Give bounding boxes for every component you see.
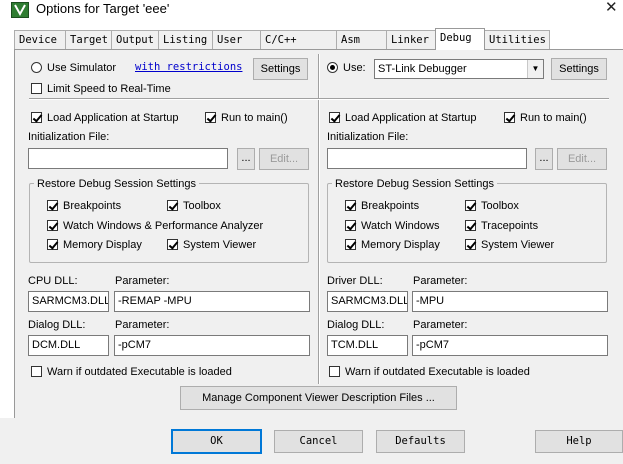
left-breakpoints-label: Breakpoints: [63, 200, 122, 212]
left-watch-windows-label: Watch Windows & Performance Analyzer: [63, 220, 264, 232]
left-edit-button[interactable]: Edit...: [259, 148, 309, 170]
tab-user[interactable]: User: [212, 30, 261, 50]
ok-button[interactable]: OK: [171, 429, 262, 454]
right-edit-button[interactable]: Edit...: [557, 148, 607, 170]
driver-param-input[interactable]: -MPU: [412, 291, 608, 312]
right-breakpoints-label: Breakpoints: [361, 200, 420, 212]
close-icon[interactable]: ✕: [605, 0, 618, 17]
left-init-file-label: Initialization File:: [28, 131, 110, 143]
right-dialog-dll-input[interactable]: TCM.DLL: [327, 335, 408, 356]
right-dialog-param-input[interactable]: -pCM7: [412, 335, 608, 356]
right-dialog-param-label: Parameter:: [413, 319, 468, 331]
cpu-dll-label: CPU DLL:: [28, 275, 78, 287]
cpu-param-label: Parameter:: [115, 275, 170, 287]
limit-speed-label: Limit Speed to Real-Time: [47, 83, 171, 95]
left-browse-button[interactable]: ...: [237, 148, 255, 170]
simulator-settings-button[interactable]: Settings: [253, 58, 308, 80]
right-load-app-label: Load Application at Startup: [345, 112, 477, 124]
use-simulator-label: Use Simulator: [47, 62, 117, 74]
left-toolbox-checkbox[interactable]: [167, 200, 178, 211]
right-toolbox-checkbox[interactable]: [465, 200, 476, 211]
left-restore-group-title: Restore Debug Session Settings: [34, 177, 199, 191]
driver-dll-input[interactable]: SARMCM3.DLL: [327, 291, 408, 312]
limit-speed-checkbox[interactable]: [31, 83, 42, 94]
right-warn-label: Warn if outdated Executable is loaded: [345, 366, 530, 378]
left-dialog-dll-input[interactable]: DCM.DLL: [28, 335, 109, 356]
left-run-to-main-checkbox[interactable]: [205, 112, 216, 123]
left-load-app-label: Load Application at Startup: [47, 112, 179, 124]
tab-output[interactable]: Output: [111, 30, 159, 50]
tab-divider: [14, 49, 623, 50]
right-dialog-dll-label: Dialog DLL:: [327, 319, 385, 331]
left-init-file-input[interactable]: [28, 148, 228, 169]
right-memory-display-label: Memory Display: [361, 239, 440, 251]
right-tracepoints-label: Tracepoints: [481, 220, 539, 232]
left-toolbox-label: Toolbox: [183, 200, 221, 212]
left-memory-display-label: Memory Display: [63, 239, 142, 251]
tab-utilities[interactable]: Utilities: [484, 30, 550, 50]
keil-uvision-icon: [11, 2, 29, 18]
left-warn-checkbox[interactable]: [31, 366, 42, 377]
left-load-app-checkbox[interactable]: [31, 112, 42, 123]
manage-component-viewer-button[interactable]: Manage Component Viewer Description File…: [180, 386, 457, 410]
driver-dll-label: Driver DLL:: [327, 275, 383, 287]
window-title: Options for Target 'eee': [36, 1, 170, 16]
debugger-select[interactable]: ST-Link Debugger: [374, 59, 544, 79]
cancel-button[interactable]: Cancel: [274, 430, 363, 453]
right-warn-checkbox[interactable]: [329, 366, 340, 377]
tab-bar: Device Target Output Listing User C/C++ …: [14, 28, 623, 65]
help-button[interactable]: Help: [535, 430, 623, 453]
right-toolbox-label: Toolbox: [481, 200, 519, 212]
defaults-button[interactable]: Defaults: [376, 430, 465, 453]
right-tracepoints-checkbox[interactable]: [465, 220, 476, 231]
use-label: Use:: [343, 62, 366, 74]
tab-device[interactable]: Device: [14, 30, 66, 50]
left-system-viewer-label: System Viewer: [183, 239, 257, 251]
left-warn-label: Warn if outdated Executable is loaded: [47, 366, 232, 378]
left-dialog-param-input[interactable]: -pCM7: [114, 335, 310, 356]
cpu-param-input[interactable]: -REMAP -MPU: [114, 291, 310, 312]
right-init-file-label: Initialization File:: [327, 131, 409, 143]
right-init-file-input[interactable]: [327, 148, 527, 169]
right-restore-group-title: Restore Debug Session Settings: [332, 177, 497, 191]
tab-listing[interactable]: Listing: [158, 30, 213, 50]
right-system-viewer-checkbox[interactable]: [465, 239, 476, 250]
use-simulator-radio[interactable]: [31, 62, 42, 73]
title-bar: Options for Target 'eee' ✕: [0, 0, 623, 20]
left-dialog-dll-label: Dialog DLL:: [28, 319, 86, 331]
tab-linker[interactable]: Linker: [386, 30, 437, 50]
tab-cpp[interactable]: C/C++ (AC6): [260, 30, 337, 65]
driver-param-label: Parameter:: [413, 275, 468, 287]
left-system-viewer-checkbox[interactable]: [167, 239, 178, 250]
tab-target[interactable]: Target: [65, 30, 112, 50]
restrictions-link[interactable]: with restrictions: [135, 60, 242, 74]
right-system-viewer-label: System Viewer: [481, 239, 555, 251]
left-breakpoints-checkbox[interactable]: [47, 200, 58, 211]
right-breakpoints-checkbox[interactable]: [345, 200, 356, 211]
dialog-edge: [0, 20, 14, 464]
left-dialog-param-label: Parameter:: [115, 319, 170, 331]
left-memory-display-checkbox[interactable]: [47, 239, 58, 250]
column-divider: [318, 54, 320, 384]
right-browse-button[interactable]: ...: [535, 148, 553, 170]
right-load-app-checkbox[interactable]: [329, 112, 340, 123]
right-memory-display-checkbox[interactable]: [345, 239, 356, 250]
chevron-down-icon[interactable]: ▼: [527, 60, 543, 78]
left-watch-windows-checkbox[interactable]: [47, 220, 58, 231]
left-run-to-main-label: Run to main(): [221, 112, 288, 124]
right-run-to-main-label: Run to main(): [520, 112, 587, 124]
right-run-to-main-checkbox[interactable]: [504, 112, 515, 123]
cpu-dll-input[interactable]: SARMCM3.DLL: [28, 291, 109, 312]
section-divider: [29, 98, 609, 100]
right-watch-windows-label: Watch Windows: [361, 220, 440, 232]
right-watch-windows-checkbox[interactable]: [345, 220, 356, 231]
tab-debug[interactable]: Debug: [435, 28, 485, 50]
tab-asm[interactable]: Asm: [336, 30, 387, 50]
debugger-settings-button[interactable]: Settings: [551, 58, 607, 80]
use-debugger-radio[interactable]: [327, 62, 338, 73]
